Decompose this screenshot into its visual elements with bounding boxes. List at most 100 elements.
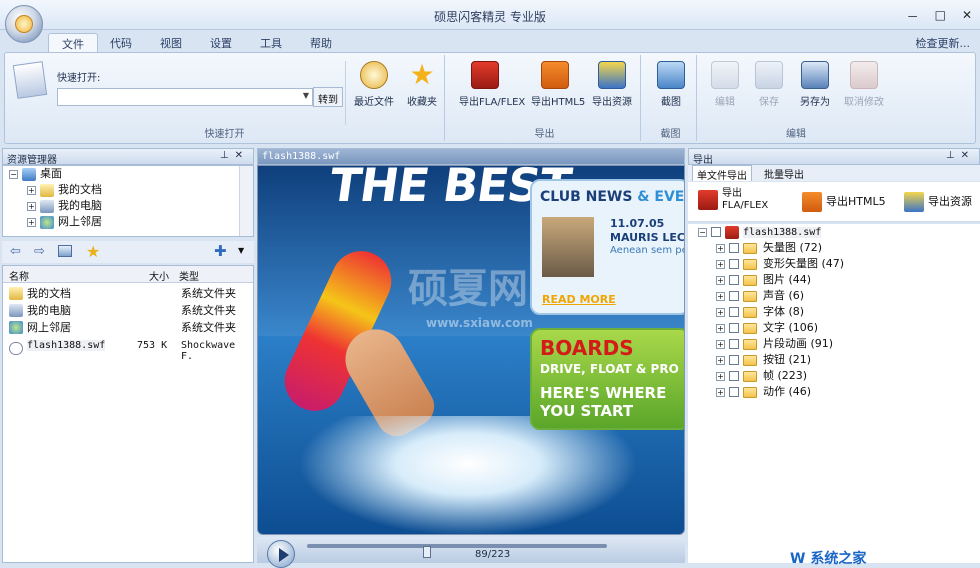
tree-expand-icon[interactable]: + bbox=[716, 339, 725, 349]
preview-tab[interactable]: flash1388.swf bbox=[257, 148, 685, 165]
tree-item-documents[interactable]: + 我的文档 bbox=[3, 182, 253, 198]
tab-tools[interactable]: 工具 bbox=[246, 33, 296, 52]
resources-icon bbox=[598, 61, 626, 89]
chevron-down-icon[interactable]: ▼ bbox=[303, 91, 309, 100]
flash-preview[interactable]: THE BEST 硕夏网 www.sxiaw.com CLUB NEWS & E… bbox=[257, 165, 685, 535]
boards-panel[interactable]: BOARDS DRIVE, FLOAT & PRO HERE'S WHERE Y… bbox=[530, 328, 684, 430]
tree-collapse-icon[interactable]: − bbox=[698, 227, 707, 237]
tab-view[interactable]: 视图 bbox=[146, 33, 196, 52]
export-item[interactable]: + 变形矢量图 (47) bbox=[688, 256, 980, 272]
pane-controls[interactable]: ⊥✕ bbox=[946, 150, 975, 161]
column-name[interactable]: 名称 bbox=[9, 268, 29, 283]
tree-expand-icon[interactable]: + bbox=[27, 217, 36, 227]
quick-open-combo[interactable]: ▼ bbox=[57, 88, 313, 106]
save-button[interactable]: 保存 bbox=[747, 59, 791, 119]
checkbox[interactable] bbox=[729, 259, 739, 269]
column-type[interactable]: 类型 bbox=[179, 268, 199, 283]
export-html5-button[interactable]: 导出HTML5 bbox=[802, 192, 886, 220]
export-resources-button[interactable]: 导出资源 bbox=[587, 59, 637, 119]
export-item[interactable]: + 文字 (106) bbox=[688, 320, 980, 336]
edit-button[interactable]: 编辑 bbox=[703, 59, 747, 119]
export-fla-label: 导出FLA/FLEX bbox=[459, 97, 526, 108]
screenshot-button[interactable]: 截图 bbox=[647, 59, 695, 119]
checkbox[interactable] bbox=[729, 339, 739, 349]
tree-item-computer[interactable]: + 我的电脑 bbox=[3, 198, 253, 214]
check-update-link[interactable]: 检查更新... bbox=[916, 35, 971, 51]
tree-expand-icon[interactable]: + bbox=[716, 259, 725, 269]
list-item[interactable]: 网上邻居 系统文件夹 bbox=[3, 317, 253, 334]
tree-item-desktop[interactable]: − 桌面 bbox=[3, 166, 253, 182]
tree-expand-icon[interactable]: + bbox=[716, 323, 725, 333]
close-button[interactable]: ✕ bbox=[962, 8, 972, 25]
checkbox[interactable] bbox=[729, 387, 739, 397]
checkbox[interactable] bbox=[729, 355, 739, 365]
checkbox[interactable] bbox=[711, 227, 721, 237]
tab-single-export[interactable]: 单文件导出 bbox=[692, 165, 752, 182]
list-item[interactable]: 我的文档 系统文件夹 bbox=[3, 283, 253, 300]
checkbox[interactable] bbox=[729, 307, 739, 317]
tree-expand-icon[interactable]: + bbox=[716, 355, 725, 365]
export-item[interactable]: + 图片 (44) bbox=[688, 272, 980, 288]
frame-slider-thumb[interactable] bbox=[423, 546, 431, 558]
tree-expand-icon[interactable]: + bbox=[716, 243, 725, 253]
checkbox[interactable] bbox=[729, 243, 739, 253]
favorites-button[interactable]: ★ 收藏夹 bbox=[397, 59, 447, 119]
tab-settings[interactable]: 设置 bbox=[196, 33, 246, 52]
export-resources-button[interactable]: 导出资源 bbox=[904, 192, 972, 220]
list-item[interactable]: flash1388.swf 753 K Shockwave F. bbox=[3, 338, 253, 362]
minimize-button[interactable]: － bbox=[907, 8, 919, 25]
recent-files-button[interactable]: 最近文件 bbox=[349, 59, 399, 119]
tree-scrollbar[interactable] bbox=[239, 166, 253, 236]
forward-arrow-icon[interactable]: ⇨ bbox=[34, 244, 45, 259]
column-size[interactable]: 大小 bbox=[149, 268, 169, 283]
dropdown-icon[interactable]: ▼ bbox=[238, 246, 244, 255]
export-item[interactable]: + 声音 (6) bbox=[688, 288, 980, 304]
tree-item-network[interactable]: + 网上邻居 bbox=[3, 214, 253, 230]
export-item[interactable]: + 字体 (8) bbox=[688, 304, 980, 320]
tree-collapse-icon[interactable]: − bbox=[9, 169, 18, 179]
tab-file[interactable]: 文件 bbox=[48, 33, 98, 52]
tree-expand-icon[interactable]: + bbox=[716, 291, 725, 301]
read-more-link[interactable]: READ MORE bbox=[542, 293, 616, 306]
tree-expand-icon[interactable]: + bbox=[716, 387, 725, 397]
tree-expand-icon[interactable]: + bbox=[27, 201, 36, 211]
play-icon[interactable] bbox=[267, 540, 295, 568]
tree-expand-icon[interactable]: + bbox=[716, 371, 725, 381]
tab-help[interactable]: 帮助 bbox=[296, 33, 346, 52]
maximize-button[interactable]: □ bbox=[935, 8, 946, 25]
tab-code[interactable]: 代码 bbox=[96, 33, 146, 52]
back-arrow-icon[interactable]: ⇦ bbox=[10, 244, 21, 259]
tree-expand-icon[interactable]: + bbox=[716, 307, 725, 317]
tab-batch-export[interactable]: 批量导出 bbox=[760, 165, 808, 181]
tree-expand-icon[interactable]: + bbox=[27, 185, 36, 195]
pane-controls[interactable]: ⊥✕ bbox=[220, 150, 249, 161]
export-item[interactable]: + 矢量图 (72) bbox=[688, 240, 980, 256]
tree-item-label: 我的文档 bbox=[58, 183, 102, 196]
add-icon[interactable]: ✚ bbox=[214, 242, 227, 260]
cancel-edit-button[interactable]: 取消修改 bbox=[839, 59, 889, 119]
export-item[interactable]: + 按钮 (21) bbox=[688, 352, 980, 368]
export-item[interactable]: + 动作 (46) bbox=[688, 384, 980, 400]
folder-icon bbox=[743, 274, 757, 286]
frame-counter: 89/223 bbox=[475, 549, 511, 560]
export-item-label: 图片 bbox=[763, 273, 785, 286]
tree-root[interactable]: − flash1388.swf bbox=[688, 224, 980, 240]
up-folder-icon[interactable] bbox=[58, 245, 72, 257]
checkbox[interactable] bbox=[729, 323, 739, 333]
favorite-star-icon[interactable]: ★ bbox=[86, 242, 100, 261]
checkbox[interactable] bbox=[729, 371, 739, 381]
goto-button[interactable]: 转到 bbox=[313, 87, 343, 107]
export-fla-flex-button[interactable]: 导出 FLA/FLEX bbox=[698, 188, 788, 216]
checkbox[interactable] bbox=[729, 291, 739, 301]
group-export-label: 导出 bbox=[534, 129, 555, 140]
export-item[interactable]: + 帧 (223) bbox=[688, 368, 980, 384]
app-menu-orb-button[interactable] bbox=[5, 5, 43, 43]
save-as-button[interactable]: 另存为 bbox=[793, 59, 837, 119]
tree-expand-icon[interactable]: + bbox=[716, 275, 725, 285]
checkbox[interactable] bbox=[729, 275, 739, 285]
export-html5-button[interactable]: 导出HTML5 bbox=[531, 59, 585, 119]
export-item[interactable]: + 片段动画 (91) bbox=[688, 336, 980, 352]
list-item[interactable]: 我的电脑 系统文件夹 bbox=[3, 300, 253, 317]
frame-slider[interactable] bbox=[307, 544, 607, 558]
export-fla-button[interactable]: 导出FLA/FLEX bbox=[459, 59, 526, 119]
